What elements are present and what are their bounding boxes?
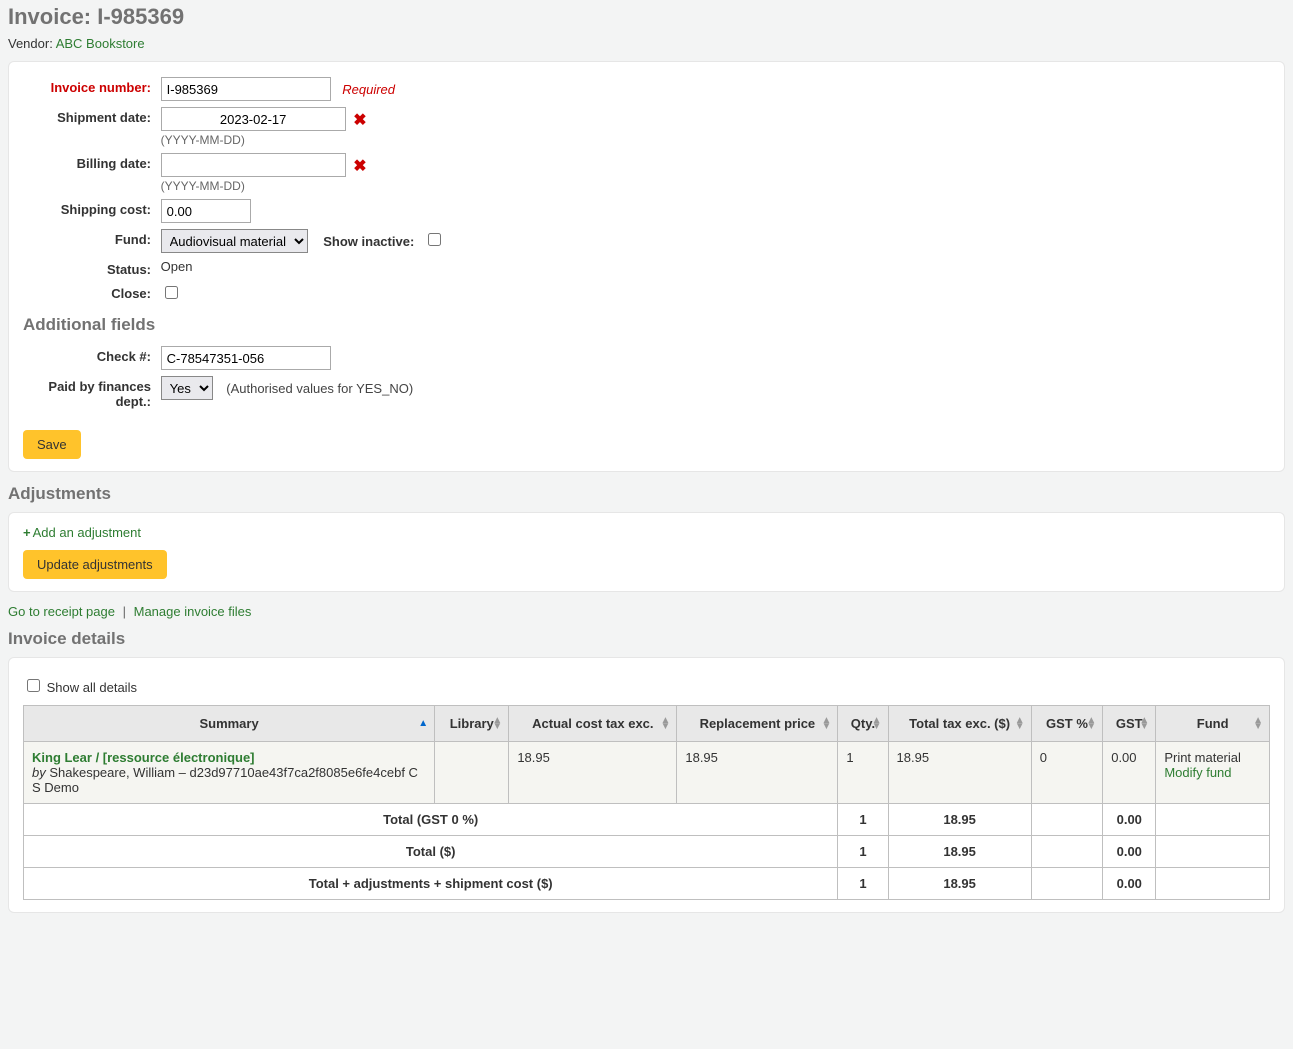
additional-fields-heading: Additional fields [23, 315, 1270, 335]
vendor-line: Vendor: ABC Bookstore [8, 36, 1285, 51]
shipping-cost-label: Shipping cost: [23, 199, 151, 217]
invoice-form-panel: Invoice number: Required Shipment date: … [8, 61, 1285, 472]
plus-icon: + [23, 525, 31, 540]
invoice-details-panel: Show all details Summary ▲ Library ▲▼ Ac… [8, 657, 1285, 913]
sort-icon: ▲▼ [872, 718, 882, 730]
col-library[interactable]: Library ▲▼ [435, 706, 509, 742]
col-fund[interactable]: Fund ▲▼ [1156, 706, 1270, 742]
total-row: Total ($) 1 18.95 0.00 [24, 836, 1270, 868]
paid-by-finances-select[interactable]: Yes [161, 376, 213, 400]
shipment-date-label: Shipment date: [23, 107, 151, 125]
show-inactive-checkbox[interactable] [428, 233, 441, 246]
total-label: Total (GST 0 %) [24, 804, 838, 836]
close-label: Close: [23, 283, 151, 301]
col-total-tax-exc[interactable]: Total tax exc. ($) ▲▼ [888, 706, 1031, 742]
fund-select[interactable]: Audiovisual material [161, 229, 308, 253]
billing-date-hint: (YYYY-MM-DD) [161, 179, 367, 193]
status-label: Status: [23, 259, 151, 277]
sort-asc-icon: ▲ [418, 721, 428, 727]
check-number-input[interactable] [161, 346, 331, 370]
shipping-cost-input[interactable] [161, 199, 251, 223]
manage-invoice-files-link[interactable]: Manage invoice files [134, 604, 252, 619]
add-adjustment-link[interactable]: +Add an adjustment [23, 525, 141, 540]
col-summary[interactable]: Summary ▲ [24, 706, 435, 742]
cell-actual-cost: 18.95 [509, 742, 677, 804]
paid-by-finances-label: Paid by finances dept.: [23, 376, 151, 409]
sort-icon: ▲▼ [492, 718, 502, 730]
modify-fund-link[interactable]: Modify fund [1164, 765, 1231, 780]
update-adjustments-button[interactable]: Update adjustments [23, 550, 167, 579]
cell-fund: Print material Modify fund [1156, 742, 1270, 804]
item-title-link[interactable]: King Lear / [ressource électronique] [32, 750, 255, 765]
invoice-number-input[interactable] [161, 77, 331, 101]
total-label: Total ($) [24, 836, 838, 868]
show-all-details-checkbox[interactable] [27, 679, 40, 692]
clear-shipment-date-icon[interactable]: ✖ [353, 112, 366, 129]
shipment-date-input[interactable] [161, 107, 346, 131]
fund-label: Fund: [23, 229, 151, 247]
sort-icon: ▲▼ [1139, 718, 1149, 730]
col-qty[interactable]: Qty. ▲▼ [838, 706, 888, 742]
total-label: Total + adjustments + shipment cost ($) [24, 868, 838, 900]
pipe-separator: | [123, 604, 126, 619]
clear-billing-date-icon[interactable]: ✖ [353, 158, 366, 175]
billing-date-label: Billing date: [23, 153, 151, 171]
col-gst[interactable]: GST ▲▼ [1103, 706, 1156, 742]
sort-icon: ▲▼ [821, 718, 831, 730]
save-button[interactable]: Save [23, 430, 81, 459]
adjustments-panel: +Add an adjustment Update adjustments [8, 512, 1285, 592]
invoice-details-heading: Invoice details [8, 629, 1285, 649]
check-number-label: Check #: [23, 346, 151, 364]
cell-replacement: 18.95 [677, 742, 838, 804]
by-prefix: by [32, 765, 46, 780]
sort-icon: ▲▼ [1015, 718, 1025, 730]
status-value: Open [161, 259, 193, 274]
item-author: Shakespeare, William – d23d97710ae43f7ca… [32, 765, 418, 795]
cell-qty: 1 [838, 742, 888, 804]
total-row: Total (GST 0 %) 1 18.95 0.00 [24, 804, 1270, 836]
paid-note: (Authorised values for YES_NO) [226, 381, 413, 396]
shipment-date-hint: (YYYY-MM-DD) [161, 133, 367, 147]
required-text: Required [342, 82, 395, 97]
sort-icon: ▲▼ [660, 718, 670, 730]
show-all-details-label[interactable]: Show all details [23, 680, 137, 695]
vendor-label: Vendor: [8, 36, 56, 51]
billing-date-input[interactable] [161, 153, 346, 177]
close-checkbox[interactable] [165, 286, 178, 299]
cell-gst: 0.00 [1103, 742, 1156, 804]
adjustments-heading: Adjustments [8, 484, 1285, 504]
cell-library [435, 742, 509, 804]
cell-gst-pct: 0 [1031, 742, 1103, 804]
col-actual-cost[interactable]: Actual cost tax exc. ▲▼ [509, 706, 677, 742]
cell-total-tax-exc: 18.95 [888, 742, 1031, 804]
table-row: King Lear / [ressource électronique] by … [24, 742, 1270, 804]
sort-icon: ▲▼ [1253, 718, 1263, 730]
page-title: Invoice: I-985369 [8, 4, 1285, 30]
show-inactive-label: Show inactive: [323, 234, 414, 249]
col-replacement[interactable]: Replacement price ▲▼ [677, 706, 838, 742]
total-row: Total + adjustments + shipment cost ($) … [24, 868, 1270, 900]
invoice-number-label: Invoice number: [23, 77, 151, 95]
vendor-link[interactable]: ABC Bookstore [56, 36, 145, 51]
col-gst-pct[interactable]: GST % ▲▼ [1031, 706, 1103, 742]
go-to-receipt-link[interactable]: Go to receipt page [8, 604, 115, 619]
invoice-details-table: Summary ▲ Library ▲▼ Actual cost tax exc… [23, 705, 1270, 900]
sort-icon: ▲▼ [1086, 718, 1096, 730]
